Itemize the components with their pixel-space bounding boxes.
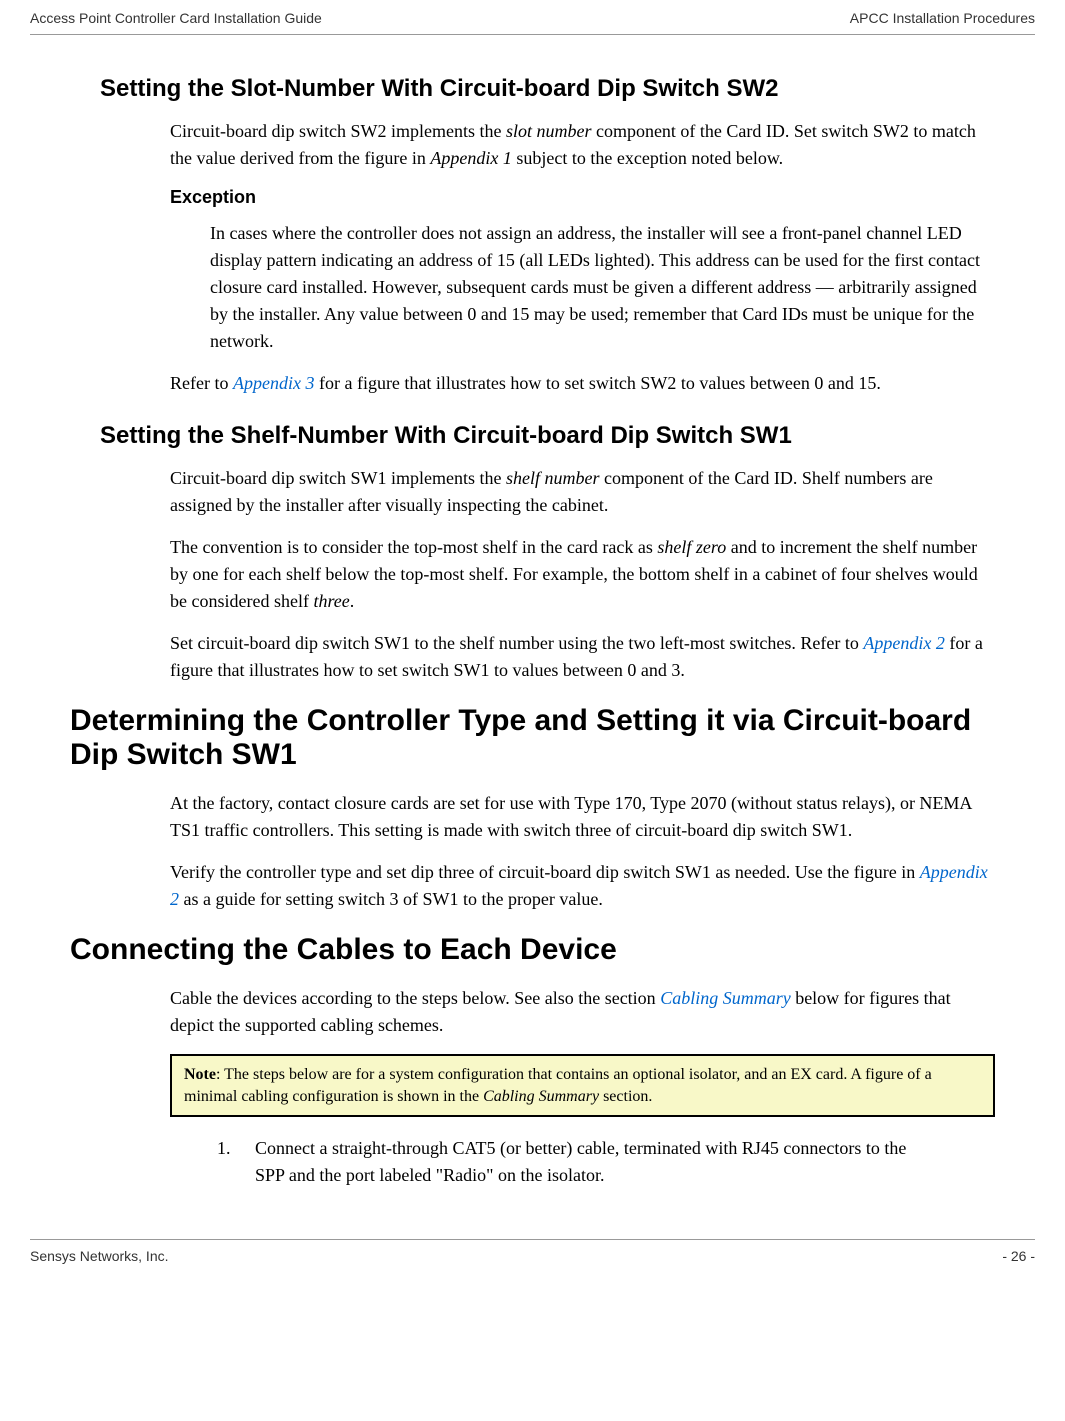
appendix-2-link[interactable]: Appendix 2 (863, 633, 944, 653)
exception-heading: Exception (170, 187, 995, 208)
note-box: Note: The steps below are for a system c… (170, 1054, 995, 1117)
footer-right: - 26 - (1002, 1248, 1035, 1264)
section2-p1: Circuit-board dip switch SW1 implements … (170, 465, 995, 519)
section2-heading: Setting the Shelf-Number With Circuit-bo… (100, 422, 995, 450)
step-1: Connect a straight-through CAT5 (or bett… (235, 1135, 995, 1189)
section4-p1: Cable the devices according to the steps… (170, 985, 995, 1039)
note-text: Note: The steps below are for a system c… (184, 1064, 981, 1107)
header-left: Access Point Controller Card Installatio… (30, 10, 322, 26)
header-right: APCC Installation Procedures (850, 10, 1035, 26)
section4-heading: Connecting the Cables to Each Device (70, 933, 995, 967)
exception-text: In cases where the controller does not a… (210, 220, 995, 355)
page-header: Access Point Controller Card Installatio… (30, 10, 1035, 35)
section1-p1: Circuit-board dip switch SW2 implements … (170, 118, 995, 172)
section2-p3: Set circuit-board dip switch SW1 to the … (170, 630, 995, 684)
section2-p2: The convention is to consider the top-mo… (170, 534, 995, 615)
cabling-summary-link[interactable]: Cabling Summary (660, 988, 791, 1008)
section3-heading: Determining the Controller Type and Sett… (70, 704, 995, 772)
footer-left: Sensys Networks, Inc. (30, 1248, 169, 1264)
section3-p1: At the factory, contact closure cards ar… (170, 790, 995, 844)
steps-list: Connect a straight-through CAT5 (or bett… (215, 1135, 995, 1189)
page-footer: Sensys Networks, Inc. - 26 - (30, 1239, 1035, 1264)
section1-p2: Refer to Appendix 3 for a figure that il… (170, 370, 995, 397)
appendix-3-link[interactable]: Appendix 3 (233, 373, 314, 393)
section1-heading: Setting the Slot-Number With Circuit-boa… (100, 75, 995, 103)
section3-p2: Verify the controller type and set dip t… (170, 859, 995, 913)
